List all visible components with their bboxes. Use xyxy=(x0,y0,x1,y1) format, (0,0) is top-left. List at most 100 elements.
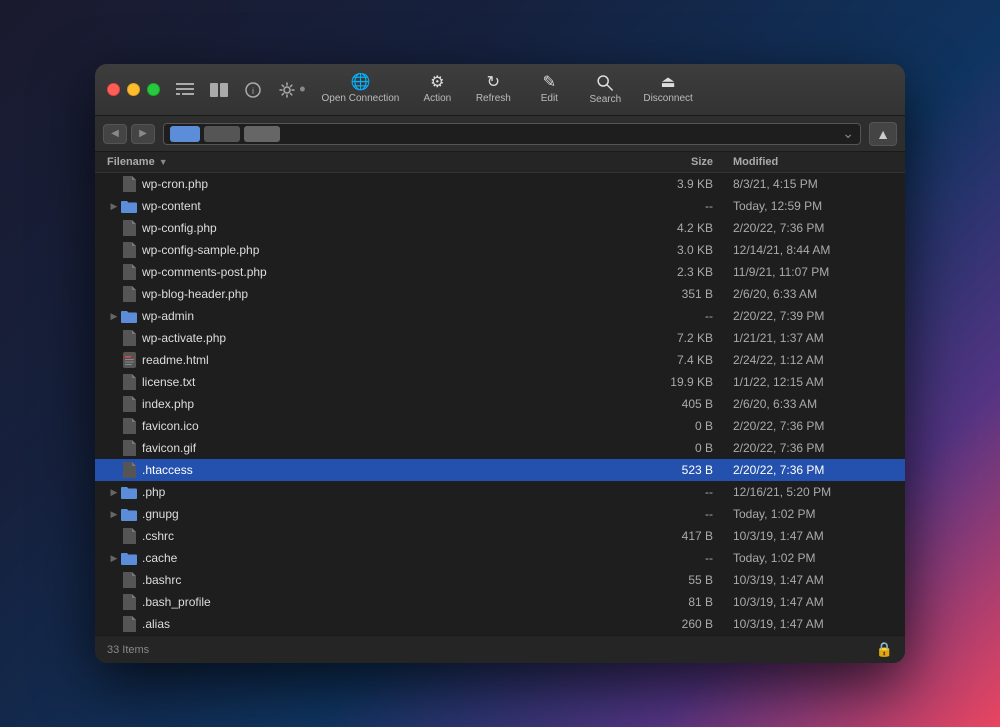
expand-icon[interactable]: ▶ xyxy=(107,553,121,564)
edit-label: Edit xyxy=(541,93,558,104)
table-row[interactable]: favicon.gif 0 B 2/20/22, 7:36 PM xyxy=(95,437,905,459)
settings-icon[interactable] xyxy=(274,79,300,101)
file-modified: 2/24/22, 1:12 AM xyxy=(713,353,893,367)
expand-icon[interactable]: ▶ xyxy=(107,311,121,322)
edit-button[interactable]: ✎ Edit xyxy=(523,71,575,108)
list-header: Filename ▼ Size Modified xyxy=(95,152,905,173)
expand-icon[interactable]: ▶ xyxy=(107,509,121,520)
table-row[interactable]: wp-comments-post.php 2.3 KB 11/9/21, 11:… xyxy=(95,261,905,283)
file-size: 3.0 KB xyxy=(633,243,713,257)
file-size: -- xyxy=(633,199,713,213)
titlebar: i • 🌐 Open Connection ⚙ Action ↻ xyxy=(95,64,905,116)
file-name: .alias xyxy=(142,617,633,631)
file-type-icon xyxy=(121,198,137,214)
sort-arrow: ▼ xyxy=(159,157,168,167)
path-bar[interactable]: ⌄ xyxy=(163,123,861,145)
table-row[interactable]: .cshrc 417 B 10/3/19, 1:47 AM xyxy=(95,525,905,547)
file-name: .htaccess xyxy=(142,463,633,477)
file-name: .bash_profile xyxy=(142,595,633,609)
search-icon xyxy=(596,74,614,92)
dot-menu: • xyxy=(299,79,305,100)
close-button[interactable] xyxy=(107,83,120,96)
table-row[interactable]: .bashrc 55 B 10/3/19, 1:47 AM xyxy=(95,569,905,591)
column-view-icon[interactable] xyxy=(206,79,232,101)
back-button[interactable]: ◀ xyxy=(103,124,127,144)
expand-icon[interactable]: ▶ xyxy=(107,487,121,498)
disconnect-label: Disconnect xyxy=(643,93,692,104)
path-segment-3[interactable] xyxy=(244,126,280,142)
file-list[interactable]: Filename ▼ Size Modified wp-cron.php 3.9… xyxy=(95,152,905,635)
table-row[interactable]: index.php 405 B 2/6/20, 6:33 AM xyxy=(95,393,905,415)
table-row[interactable]: .bash_profile 81 B 10/3/19, 1:47 AM xyxy=(95,591,905,613)
action-button[interactable]: ⚙ Action xyxy=(411,71,463,108)
table-row[interactable]: ▶ wp-admin -- 2/20/22, 7:39 PM xyxy=(95,305,905,327)
file-type-icon xyxy=(121,616,137,632)
file-name: index.php xyxy=(142,397,633,411)
open-connection-button[interactable]: 🌐 Open Connection xyxy=(314,71,408,108)
search-button[interactable]: Search xyxy=(579,70,631,109)
table-row[interactable]: ▶ .gnupg -- Today, 1:02 PM xyxy=(95,503,905,525)
file-size: 4.2 KB xyxy=(633,221,713,235)
file-type-icon xyxy=(121,484,137,500)
file-name: wp-config.php xyxy=(142,221,633,235)
up-button[interactable]: ▲ xyxy=(869,122,897,146)
refresh-button[interactable]: ↻ Refresh xyxy=(467,71,519,108)
file-type-icon xyxy=(121,374,137,390)
list-view-icon[interactable] xyxy=(172,79,198,101)
file-type-icon xyxy=(121,396,137,412)
file-size: 7.2 KB xyxy=(633,331,713,345)
table-row[interactable]: wp-blog-header.php 351 B 2/6/20, 6:33 AM xyxy=(95,283,905,305)
table-row[interactable]: favicon.ico 0 B 2/20/22, 7:36 PM xyxy=(95,415,905,437)
file-size: 523 B xyxy=(633,463,713,477)
table-row[interactable]: .htaccess 523 B 2/20/22, 7:36 PM xyxy=(95,459,905,481)
filename-header: Filename ▼ xyxy=(107,156,633,168)
forward-button[interactable]: ▶ xyxy=(131,124,155,144)
table-row[interactable]: wp-config-sample.php 3.0 KB 12/14/21, 8:… xyxy=(95,239,905,261)
path-dropdown-icon[interactable]: ⌄ xyxy=(842,125,854,142)
file-size: -- xyxy=(633,485,713,499)
refresh-icon: ↻ xyxy=(487,75,500,91)
table-row[interactable]: wp-config.php 4.2 KB 2/20/22, 7:36 PM xyxy=(95,217,905,239)
file-name: license.txt xyxy=(142,375,633,389)
file-modified: 10/3/19, 1:47 AM xyxy=(713,529,893,543)
file-name: favicon.ico xyxy=(142,419,633,433)
file-size: 81 B xyxy=(633,595,713,609)
file-modified: 2/6/20, 6:33 AM xyxy=(713,287,893,301)
items-count: 33 Items xyxy=(107,644,149,656)
disconnect-button[interactable]: ⏏ Disconnect xyxy=(635,71,700,108)
file-size: 2.3 KB xyxy=(633,265,713,279)
table-row[interactable]: .alias 260 B 10/3/19, 1:47 AM xyxy=(95,613,905,635)
table-row[interactable]: readme.html 7.4 KB 2/24/22, 1:12 AM xyxy=(95,349,905,371)
open-connection-label: Open Connection xyxy=(322,93,400,104)
file-type-icon xyxy=(121,308,137,324)
file-size: -- xyxy=(633,551,713,565)
minimize-button[interactable] xyxy=(127,83,140,96)
action-icon: ⚙ xyxy=(430,75,444,91)
file-modified: Today, 1:02 PM xyxy=(713,507,893,521)
file-name: wp-comments-post.php xyxy=(142,265,633,279)
file-name: wp-admin xyxy=(142,309,633,323)
expand-icon[interactable]: ▶ xyxy=(107,201,121,212)
edit-icon: ✎ xyxy=(543,75,556,91)
size-header: Size xyxy=(633,156,713,168)
file-name: .cshrc xyxy=(142,529,633,543)
toolbar: ◀ ▶ ⌄ ▲ xyxy=(95,116,905,152)
file-modified: 10/3/19, 1:47 AM xyxy=(713,573,893,587)
table-row[interactable]: ▶ wp-content -- Today, 12:59 PM xyxy=(95,195,905,217)
info-icon[interactable]: i xyxy=(240,79,266,101)
table-row[interactable]: wp-activate.php 7.2 KB 1/21/21, 1:37 AM xyxy=(95,327,905,349)
table-row[interactable]: wp-cron.php 3.9 KB 8/3/21, 4:15 PM xyxy=(95,173,905,195)
table-row[interactable]: ▶ .php -- 12/16/21, 5:20 PM xyxy=(95,481,905,503)
table-row[interactable]: ▶ .cache -- Today, 1:02 PM xyxy=(95,547,905,569)
forward-icon: ▶ xyxy=(139,128,147,139)
maximize-button[interactable] xyxy=(147,83,160,96)
file-size: 7.4 KB xyxy=(633,353,713,367)
path-segment-1[interactable] xyxy=(170,126,200,142)
file-size: -- xyxy=(633,309,713,323)
status-bar: 33 Items 🔒 xyxy=(95,635,905,663)
table-row[interactable]: license.txt 19.9 KB 1/1/22, 12:15 AM xyxy=(95,371,905,393)
back-icon: ◀ xyxy=(111,128,119,139)
file-type-icon xyxy=(121,462,137,478)
path-segment-2[interactable] xyxy=(204,126,240,142)
file-name: wp-content xyxy=(142,199,633,213)
